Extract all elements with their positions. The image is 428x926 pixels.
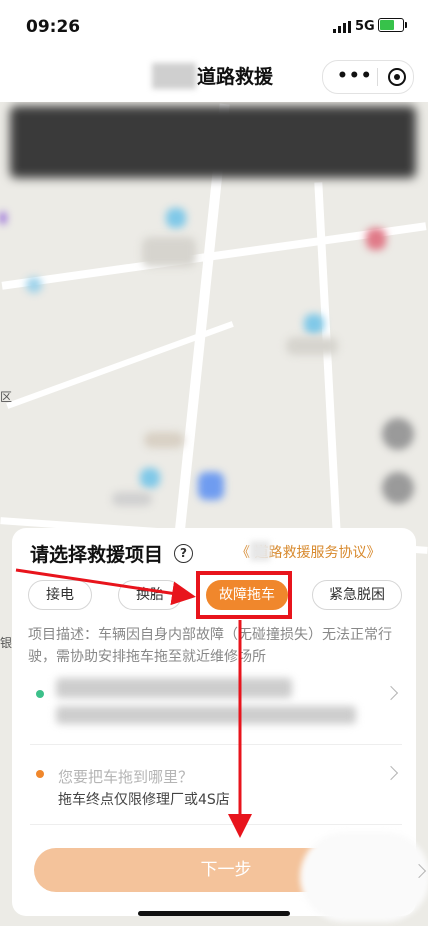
destination-dot [36,770,44,778]
origin-dot [36,690,44,698]
signal-icon [333,21,351,33]
destination-placeholder: 您要把车拖到哪里？ [58,768,194,786]
battery-icon [378,18,407,32]
close-miniprogram-icon[interactable] [388,68,406,86]
redacted-brand [250,541,270,561]
redacted-brand [152,63,196,89]
chevron-right-icon [383,685,399,701]
more-menu-icon[interactable]: ••• [337,66,373,86]
service-description: 项目描述：车辆因自身内部故障（无碰撞损失）无法正常行驶，需协助安排拖车拖至就近维… [28,627,392,665]
mini-program-capsule: ••• [322,60,414,94]
map-label: 银 [0,636,13,650]
service-chip-tire-change[interactable]: 换胎 [118,580,182,610]
status-time: 09:26 [26,17,81,37]
help-icon[interactable]: ? [174,544,193,563]
chevron-right-icon [383,765,399,781]
page-title: 道路救援 [197,66,274,88]
redacted-address [56,678,292,698]
service-chip-emergency-recovery[interactable]: 紧急脱困 [312,580,402,610]
redacted-overlay [300,832,428,922]
selection-highlight [196,571,292,619]
map-label: 区 [0,390,13,404]
status-bar: 09:26 5G [0,0,428,50]
network-type: 5G [355,19,375,34]
home-indicator [138,911,290,916]
destination-hint: 拖车终点仅限修理厂或4S店 [58,792,230,808]
panel-title: 请选择救援项目 [30,544,164,566]
pickup-location-row[interactable] [28,676,402,732]
service-chip-jump-start[interactable]: 接电 [28,580,92,610]
divider [30,744,402,745]
redacted-address [56,706,356,724]
search-bar-redacted [10,106,416,178]
divider [30,824,402,825]
